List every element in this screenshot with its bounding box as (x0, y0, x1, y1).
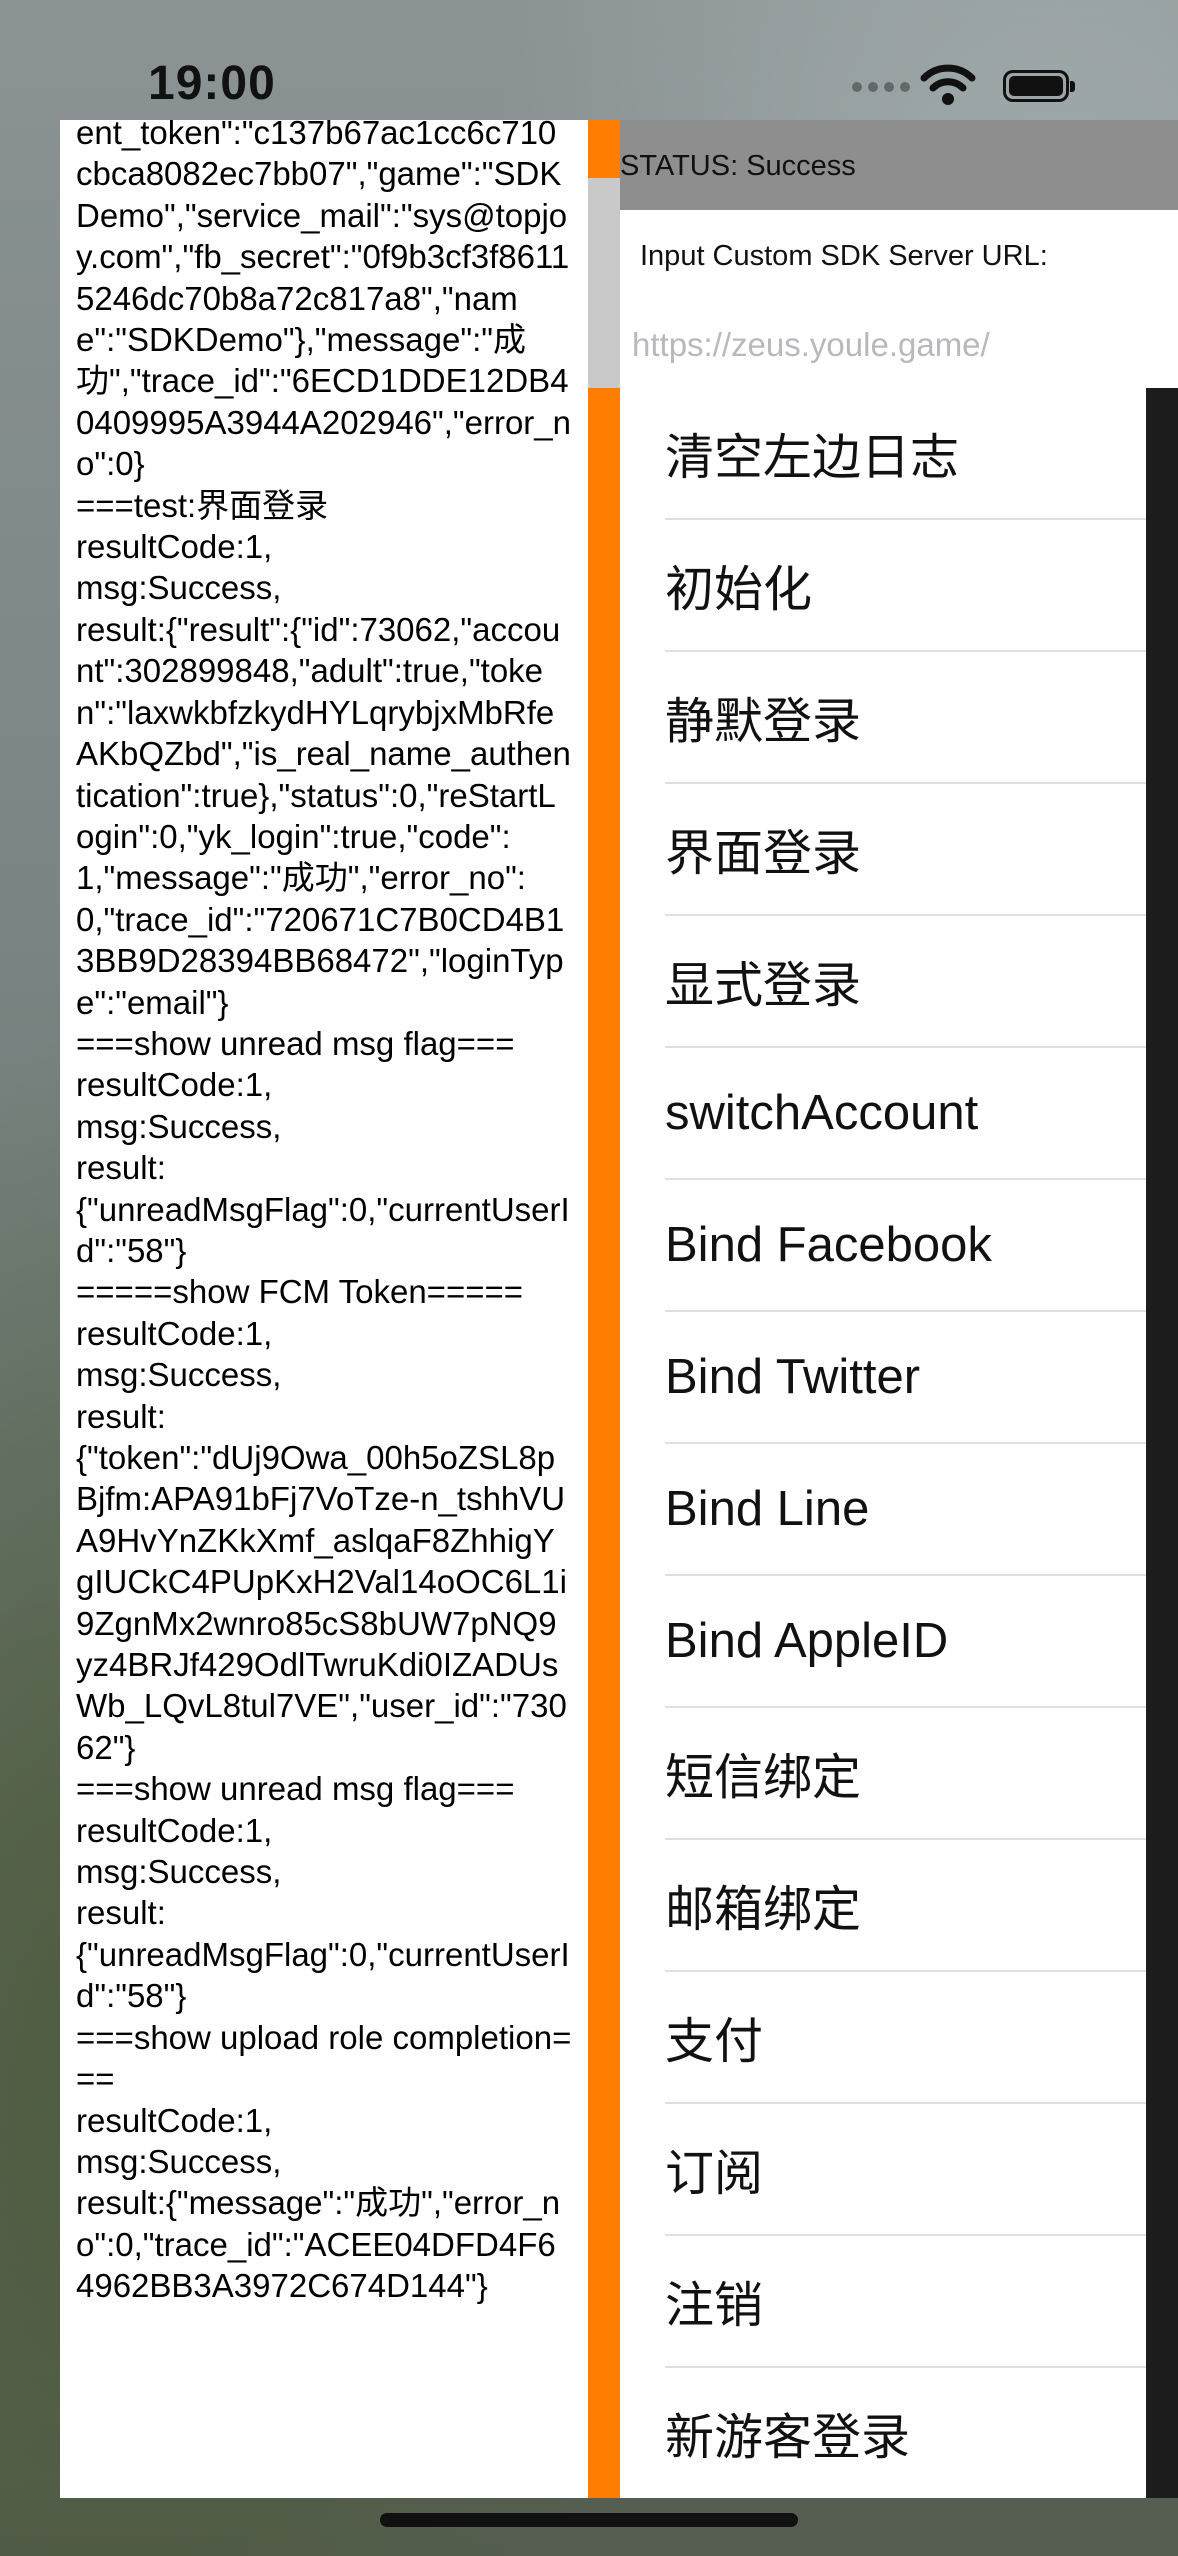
log-panel[interactable]: ent_token":"c137b67ac1cc6c710cbca8082ec7… (60, 120, 588, 2498)
menu-item-init[interactable]: 初始化 (665, 520, 1146, 652)
menu-item-new-guest-login[interactable]: 新游客登录 (665, 2368, 1146, 2498)
menu-item-ui-login[interactable]: 界面登录 (665, 784, 1146, 916)
log-scroll-track[interactable] (588, 120, 620, 2498)
menu-item-clear-log[interactable]: 清空左边日志 (665, 388, 1146, 520)
menu-item-email-bind[interactable]: 邮箱绑定 (665, 1840, 1146, 1972)
server-url-label: Input Custom SDK Server URL: (640, 240, 1048, 272)
home-indicator[interactable] (380, 2513, 798, 2527)
menu-item-explicit-login[interactable]: 显式登录 (665, 916, 1146, 1048)
battery-icon (1003, 70, 1075, 102)
server-url-input[interactable] (632, 320, 1152, 370)
menu-right-edge (1146, 388, 1178, 2498)
menu-item-bind-facebook[interactable]: Bind Facebook (665, 1180, 1146, 1312)
ios-status-bar: 19:00 (0, 0, 1178, 118)
menu-item-subscribe[interactable]: 订阅 (665, 2104, 1146, 2236)
menu-item-pay[interactable]: 支付 (665, 1972, 1146, 2104)
menu-item-bind-appleid[interactable]: Bind AppleID (665, 1576, 1146, 1708)
log-scroll-thumb[interactable] (588, 178, 620, 388)
menu-item-bind-twitter[interactable]: Bind Twitter (665, 1312, 1146, 1444)
menu-item-silent-login[interactable]: 静默登录 (665, 652, 1146, 784)
menu-item-logout[interactable]: 注销 (665, 2236, 1146, 2368)
status-label: STATUS: Success (620, 150, 856, 182)
wifi-icon (920, 62, 976, 111)
menu-item-bind-line[interactable]: Bind Line (665, 1444, 1146, 1576)
status-time: 19:00 (148, 57, 276, 110)
log-text: ent_token":"c137b67ac1cc6c710cbca8082ec7… (76, 120, 572, 2305)
action-menu: 清空左边日志 初始化 静默登录 界面登录 显式登录 switchAccount … (620, 388, 1146, 2498)
menu-item-switch-account[interactable]: switchAccount (665, 1048, 1146, 1180)
menu-item-sms-bind[interactable]: 短信绑定 (665, 1708, 1146, 1840)
